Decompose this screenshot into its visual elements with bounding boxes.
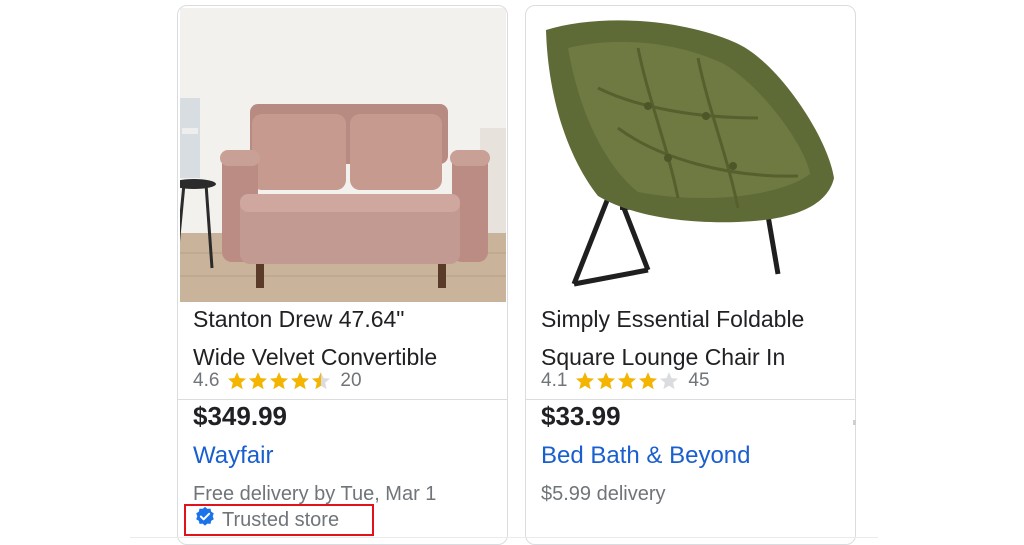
bottom-divider: [130, 537, 878, 538]
delivery-info: $5.99 delivery: [541, 483, 666, 505]
rating-value: 4.1: [541, 370, 568, 391]
review-count[interactable]: 45: [688, 370, 709, 392]
star-icon: [660, 372, 679, 390]
star-icon: [312, 372, 331, 390]
verified-check-icon: [194, 506, 222, 534]
store-link[interactable]: Wayfair: [193, 442, 273, 470]
product-image-sofa[interactable]: [180, 8, 506, 302]
star-icon: [639, 372, 658, 390]
divider: [526, 399, 855, 400]
product-title[interactable]: Stanton Drew 47.64" Wide Velvet Converti…: [193, 300, 498, 376]
delivery-info: Free delivery by Tue, Mar 1: [193, 483, 437, 505]
trusted-store-label: Trusted store: [222, 508, 340, 531]
product-title-line-1[interactable]: Stanton Drew 47.64": [193, 300, 498, 338]
rating-stars: [227, 371, 332, 391]
product-card-sofa[interactable]: Stanton Drew 47.64" Wide Velvet Converti…: [177, 5, 508, 545]
product-price: $33.99: [541, 401, 621, 431]
star-icon: [249, 372, 268, 390]
star-icon: [291, 372, 310, 390]
product-image-chair[interactable]: [528, 8, 854, 302]
product-card-chair[interactable]: Simply Essential Foldable Square Lounge …: [525, 5, 856, 545]
trusted-store-badge[interactable]: Trusted store: [184, 504, 374, 536]
store-link[interactable]: Bed Bath & Beyond: [541, 442, 750, 470]
star-icon: [618, 372, 637, 390]
product-title[interactable]: Simply Essential Foldable Square Lounge …: [541, 300, 846, 376]
rating-row: 4.6 20: [193, 370, 362, 392]
star-icon: [597, 372, 616, 390]
divider: [178, 399, 507, 400]
rating-stars: [575, 371, 680, 391]
star-icon: [228, 372, 247, 390]
product-price: $349.99: [193, 401, 287, 431]
rating-value: 4.6: [193, 370, 220, 391]
rating-row: 4.1 45: [541, 370, 710, 392]
review-count[interactable]: 20: [340, 370, 361, 392]
product-title-line-1[interactable]: Simply Essential Foldable: [541, 300, 846, 338]
star-icon: [270, 372, 289, 390]
star-icon: [576, 372, 595, 390]
scroll-rail: [853, 420, 856, 425]
